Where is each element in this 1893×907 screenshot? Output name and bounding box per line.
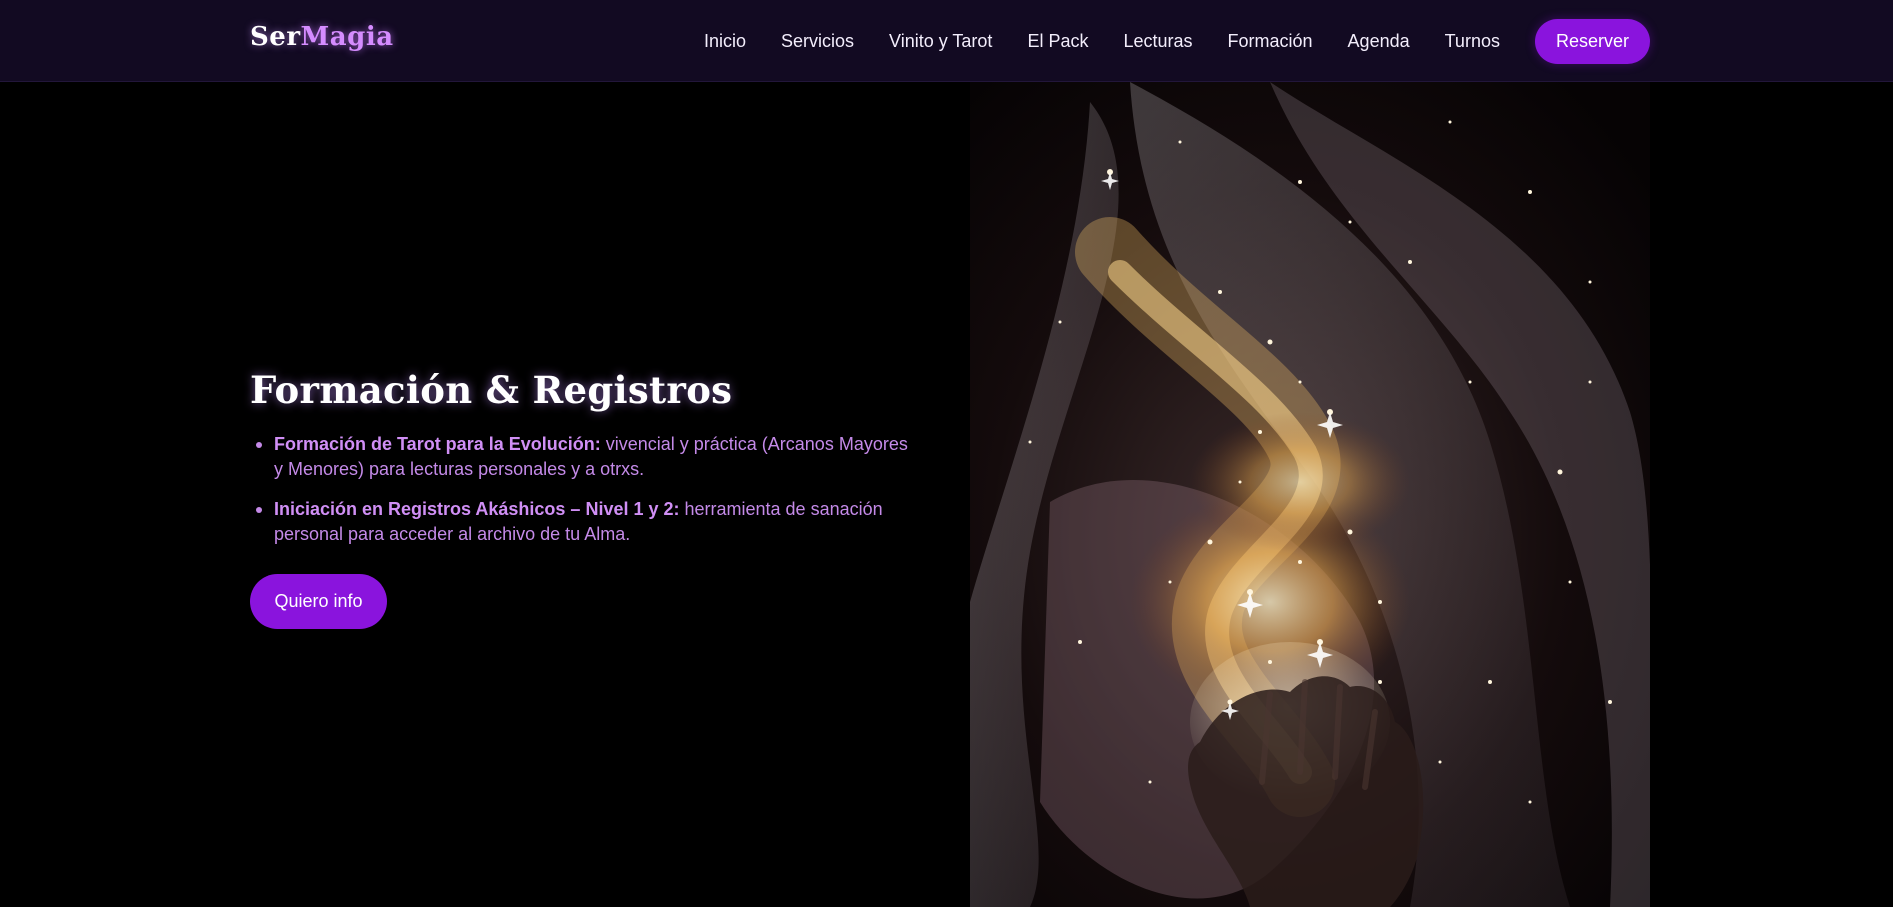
brand-logo[interactable]: SerMagia — [250, 22, 394, 52]
hero-image — [970, 82, 1650, 907]
list-item: Formación de Tarot para la Evolución: vi… — [250, 432, 920, 482]
hero-bullet-list: Formación de Tarot para la Evolución: vi… — [250, 432, 920, 547]
bullet-dot-icon — [256, 507, 262, 513]
list-item: Iniciación en Registros Akáshicos – Nive… — [250, 497, 920, 547]
reserve-button[interactable]: Reserver — [1534, 18, 1650, 64]
nav-link-agenda[interactable]: Agenda — [1348, 31, 1410, 52]
brand-logo-part2: Magia — [300, 22, 394, 52]
cosmic-hand-illustration — [970, 82, 1650, 907]
nav-link-formacion[interactable]: Formación — [1228, 31, 1313, 52]
nav-link-inicio[interactable]: Inicio — [704, 31, 746, 52]
nav-link-turnos[interactable]: Turnos — [1445, 31, 1500, 52]
nav-link-vinito-y-tarot[interactable]: Vinito y Tarot — [889, 31, 992, 52]
quiero-info-button[interactable]: Quiero info — [250, 574, 387, 629]
bullet-heading: Formación de Tarot para la Evolución: — [274, 434, 601, 454]
nav-link-servicios[interactable]: Servicios — [781, 31, 854, 52]
top-navbar: SerMagia Inicio Servicios Vinito y Tarot… — [0, 0, 1893, 82]
nav-link-el-pack[interactable]: El Pack — [1027, 31, 1088, 52]
hero-title: Formación & Registros — [250, 368, 733, 412]
nav-link-lecturas[interactable]: Lecturas — [1123, 31, 1192, 52]
main-nav: Inicio Servicios Vinito y Tarot El Pack … — [700, 0, 1650, 82]
bullet-dot-icon — [256, 442, 262, 448]
hero-section: Formación & Registros Formación de Tarot… — [250, 368, 920, 629]
brand-logo-part1: Ser — [250, 22, 301, 52]
bullet-heading: Iniciación en Registros Akáshicos – Nive… — [274, 499, 680, 519]
